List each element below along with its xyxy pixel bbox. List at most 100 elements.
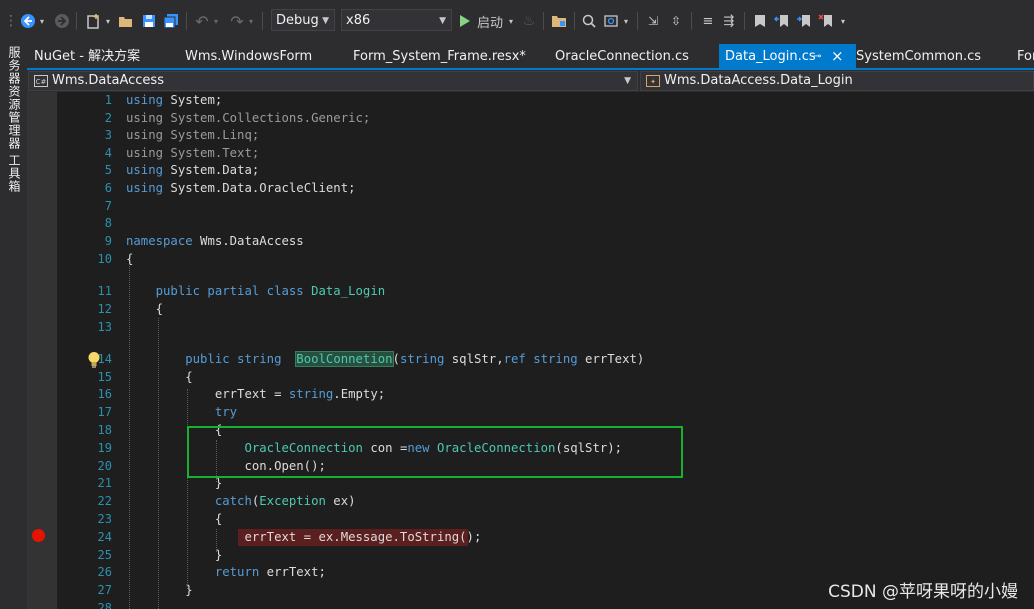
code-line[interactable]: 12 { bbox=[27, 301, 1034, 319]
toolbar-separator bbox=[637, 12, 638, 30]
code-line[interactable]: 22 catch(Exception ex) bbox=[27, 493, 1034, 511]
tab-data-login[interactable]: Data_Login.cs ⊸ × bbox=[719, 44, 856, 68]
clear-bookmarks-icon[interactable] bbox=[817, 10, 835, 32]
code-line[interactable]: 6 using System.Data.OracleClient; bbox=[27, 180, 1034, 198]
code-token: ref string bbox=[503, 351, 578, 366]
code-line[interactable]: 15 { bbox=[27, 369, 1034, 387]
new-dropdown-icon[interactable]: ▾ bbox=[104, 10, 112, 32]
chevron-down-icon: ▼ bbox=[322, 16, 329, 26]
save-all-icon[interactable] bbox=[162, 10, 180, 32]
line-number: 19 bbox=[97, 440, 112, 455]
tab-nuget[interactable]: NuGet - 解决方案 bbox=[34, 44, 140, 68]
server-explorer-tab[interactable]: 服务器资源管理器 bbox=[6, 46, 23, 150]
code-line[interactable]: 11 public partial class Data_Login bbox=[27, 283, 1034, 301]
play-icon bbox=[460, 15, 470, 27]
solution-configuration-select[interactable]: Debug ▼ bbox=[271, 9, 335, 31]
comment-lines-icon[interactable]: ≡ bbox=[699, 10, 717, 32]
breakpoint-icon[interactable] bbox=[32, 529, 45, 542]
toolbar-overflow-icon[interactable]: ▾ bbox=[838, 10, 848, 32]
project-dropdown[interactable]: C# Wms.DataAccess ▼ bbox=[28, 71, 638, 91]
code-line[interactable]: 5 using System.Data; bbox=[27, 162, 1034, 180]
pin-icon[interactable]: ⊸ bbox=[813, 44, 821, 69]
code-text: using System.Data.OracleClient; bbox=[126, 180, 356, 198]
type-dropdown-value: Wms.DataAccess.Data_Login bbox=[664, 73, 853, 88]
code-line[interactable]: 10 { bbox=[27, 251, 1034, 269]
uncomment-lines-icon[interactable]: ⇶ bbox=[720, 10, 738, 32]
tab-overflow[interactable]: For bbox=[1017, 44, 1034, 68]
toolbox-tab[interactable]: 工具箱 bbox=[6, 154, 23, 193]
code-token: ( bbox=[392, 351, 400, 366]
line-number: 1 bbox=[104, 93, 112, 107]
browser-dropdown-icon[interactable]: ▾ bbox=[622, 10, 630, 32]
code-token: } bbox=[126, 583, 193, 598]
code-line[interactable]: 9 namespace Wms.DataAccess bbox=[27, 233, 1034, 251]
tab-oracleconnection[interactable]: OracleConnection.cs bbox=[555, 44, 689, 68]
tab-form-system-frame-resx[interactable]: Form_System_Frame.resx* bbox=[353, 44, 526, 68]
class-icon: ✦ bbox=[646, 75, 660, 87]
code-line[interactable]: 7 bbox=[27, 198, 1034, 216]
step-into-icon[interactable]: ⇲ bbox=[644, 10, 662, 32]
undo-dropdown-icon[interactable]: ▾ bbox=[212, 10, 220, 32]
code-text: public string BoolConnetion(string sqlSt… bbox=[126, 350, 644, 369]
code-line[interactable]: 8 bbox=[27, 215, 1034, 233]
code-line[interactable]: 23 { bbox=[27, 511, 1034, 529]
code-line[interactable]: 17 try bbox=[27, 404, 1034, 422]
close-icon[interactable]: × bbox=[831, 44, 844, 69]
find-icon[interactable] bbox=[580, 10, 598, 32]
redo-icon[interactable]: ↷ bbox=[228, 10, 246, 32]
tab-label: OracleConnection.cs bbox=[555, 49, 689, 64]
toolbar-separator bbox=[744, 12, 745, 30]
line-number: 16 bbox=[97, 387, 112, 402]
line-number: 10 bbox=[97, 251, 112, 266]
solution-platform-select[interactable]: x86 ▼ bbox=[341, 9, 452, 31]
line-number: 5 bbox=[104, 163, 112, 178]
code-line[interactable]: 16 errText = string.Empty; bbox=[27, 386, 1034, 404]
code-token: Wms.DataAccess bbox=[192, 234, 304, 248]
code-token: string bbox=[288, 387, 334, 402]
tab-wms-windowsform[interactable]: Wms.WindowsForm bbox=[185, 44, 312, 68]
code-token: { bbox=[126, 302, 164, 316]
code-line[interactable]: 13 bbox=[27, 319, 1034, 337]
document-tab-strip: NuGet - 解决方案 Wms.WindowsForm Form_System… bbox=[27, 44, 1034, 68]
toolbar-separator bbox=[574, 12, 575, 30]
browser-link-icon[interactable] bbox=[602, 10, 620, 32]
type-dropdown[interactable]: ✦ Wms.DataAccess.Data_Login bbox=[640, 71, 1034, 91]
code-line[interactable]: 4 using System.Text; bbox=[27, 145, 1034, 163]
tab-systemcommon[interactable]: SystemCommon.cs bbox=[856, 44, 981, 68]
undo-icon[interactable]: ↶ bbox=[193, 10, 211, 32]
start-debugging-button[interactable]: 启动 ▾ bbox=[459, 10, 517, 32]
code-line[interactable]: 24 errText = ex.Message.ToString(); bbox=[27, 528, 1034, 547]
tool-window-sidebar: 服务器资源管理器 工具箱 bbox=[0, 44, 27, 609]
solution-explorer-icon[interactable] bbox=[550, 10, 568, 32]
indent-guide bbox=[158, 318, 159, 609]
code-token: } bbox=[126, 476, 223, 491]
tab-label: Form_System_Frame.resx* bbox=[353, 49, 526, 64]
lightbulb-icon[interactable] bbox=[87, 351, 101, 373]
code-line[interactable]: 21 } bbox=[27, 475, 1034, 493]
code-line[interactable]: 25 } bbox=[27, 547, 1034, 565]
code-text: { bbox=[126, 301, 163, 319]
bookmark-icon[interactable] bbox=[751, 10, 769, 32]
back-icon[interactable] bbox=[19, 10, 37, 32]
redo-dropdown-icon[interactable]: ▾ bbox=[247, 10, 255, 32]
code-token: Data_Login bbox=[303, 284, 386, 298]
code-token: using bbox=[126, 163, 164, 178]
code-line[interactable]: 2 using System.Collections.Generic; bbox=[27, 110, 1034, 128]
new-project-icon[interactable] bbox=[84, 10, 102, 32]
code-token: BoolConnetion bbox=[295, 350, 394, 367]
back-dropdown-icon[interactable]: ▾ bbox=[38, 10, 46, 32]
code-editor[interactable]: 1 using System; 2 using System.Collections.… bbox=[27, 92, 1034, 609]
previous-bookmark-icon[interactable] bbox=[773, 10, 791, 32]
code-line[interactable]: 1 using System; bbox=[27, 92, 1034, 110]
format-document-icon[interactable]: ⇳ bbox=[667, 10, 685, 32]
save-icon[interactable] bbox=[140, 10, 158, 32]
code-line[interactable]: 14 public string BoolConnetion(string sq… bbox=[27, 350, 1034, 369]
hot-reload-icon[interactable]: ♨ bbox=[521, 10, 537, 32]
open-file-icon[interactable] bbox=[117, 10, 135, 32]
line-number: 12 bbox=[97, 302, 112, 316]
next-bookmark-icon[interactable] bbox=[795, 10, 813, 32]
watermark: CSDN @苹呀果呀的小嫚 bbox=[828, 582, 1018, 602]
solution-configuration-value: Debug bbox=[276, 13, 319, 28]
forward-icon[interactable] bbox=[53, 10, 71, 32]
code-line[interactable]: 3 using System.Linq; bbox=[27, 127, 1034, 145]
